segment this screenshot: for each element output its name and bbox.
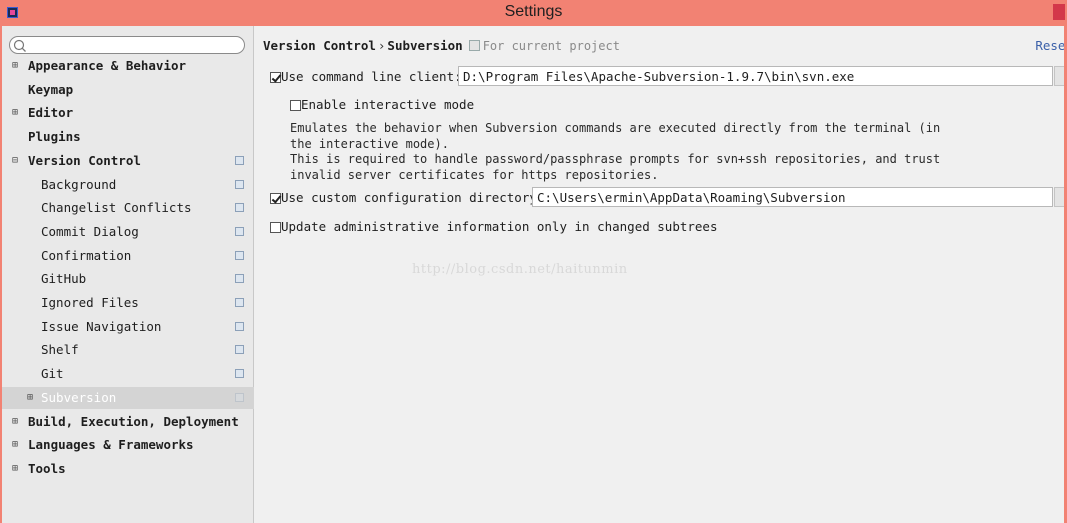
project-scope-icon <box>235 392 244 402</box>
sidebar-item-languages-frameworks[interactable]: ⊞ Languages & Frameworks <box>0 434 254 456</box>
custom-config-label: Use custom configuration directory: <box>281 190 545 205</box>
sidebar-item-label: Subversion <box>41 389 117 405</box>
project-scope-icon <box>235 250 244 260</box>
project-scope-icon <box>235 155 244 165</box>
window-title: Settings <box>504 3 563 20</box>
project-scope-icon <box>235 345 244 355</box>
sidebar-item-label: Git <box>41 366 64 382</box>
title-bar[interactable]: Settings <box>0 0 1067 26</box>
sidebar-item-shelf[interactable]: Shelf <box>0 339 254 361</box>
use-cmd-client-option[interactable]: Use command line client: <box>270 69 462 84</box>
breadcrumb-parent[interactable]: Version Control <box>263 38 376 53</box>
search-icon <box>13 39 26 52</box>
sidebar-item-ignored-files[interactable]: Ignored Files <box>0 292 254 314</box>
interactive-mode-option[interactable]: Enable interactive mode <box>290 97 474 112</box>
subversion-settings-panel: Version Control › Subversion For current pr… <box>255 26 1067 523</box>
custom-config-checkbox[interactable] <box>270 193 281 204</box>
custom-config-option[interactable]: Use custom configuration directory: <box>270 190 544 205</box>
project-scope-icon <box>235 321 244 331</box>
project-scope-icon <box>235 203 244 213</box>
update-admin-label: Update administrative information only i… <box>281 219 718 234</box>
sidebar-item-commit-dialog[interactable]: Commit Dialog <box>0 221 254 243</box>
breadcrumb: Version Control › Subversion For current pr… <box>263 38 620 53</box>
settings-sidebar: ⊞ Appearance & Behavior Keymap ⊞ Editor Plugi… <box>0 26 254 523</box>
interactive-mode-description: Emulates the behavior when Subversion co… <box>290 121 941 182</box>
expand-icon[interactable]: ⊞ <box>12 55 18 77</box>
project-scope-icon <box>468 40 480 51</box>
sidebar-item-label: Appearance & Behavior <box>28 58 187 73</box>
window-border-left <box>0 26 2 523</box>
sidebar-item-appearance-behavior[interactable]: ⊞ Appearance & Behavior <box>0 55 254 77</box>
sidebar-item-label: Version Control <box>28 152 141 168</box>
interactive-mode-label: Enable interactive mode <box>301 97 475 112</box>
expand-icon[interactable]: ⊞ <box>12 102 18 124</box>
project-scope-icon <box>235 179 244 189</box>
sidebar-item-build-execution-deployment[interactable]: ⊞ Build, Execution, Deployment <box>0 411 254 433</box>
sidebar-item-label: Languages & Frameworks <box>28 437 194 453</box>
sidebar-item-label: Background <box>41 176 117 192</box>
scope-label: For current project <box>482 39 620 53</box>
sidebar-item-git[interactable]: Git <box>0 363 254 385</box>
sidebar-item-label: Confirmation <box>41 247 132 263</box>
sidebar-item-github[interactable]: GitHub <box>0 268 254 290</box>
sidebar-item-subversion[interactable]: ⊞ Subversion <box>0 386 254 409</box>
sidebar-item-tools[interactable]: ⊞ Tools <box>0 458 254 480</box>
sidebar-item-label: Build, Execution, Deployment <box>28 413 239 429</box>
breadcrumb-separator: › <box>377 38 386 53</box>
sidebar-item-keymap[interactable]: Keymap <box>0 79 254 101</box>
sidebar-item-version-control[interactable]: ⊟ Version Control <box>0 150 254 172</box>
svn-executable-path-input[interactable]: D:\Program Files\Apache-Subversion-1.9.7… <box>458 66 1053 86</box>
sidebar-item-label: GitHub <box>41 271 87 287</box>
project-scope-icon <box>235 298 244 307</box>
sidebar-item-plugins[interactable]: Plugins <box>0 126 254 148</box>
sidebar-item-changelist-conflicts[interactable]: Changelist Conflicts <box>0 197 254 219</box>
sidebar-item-issue-navigation[interactable]: Issue Navigation <box>0 316 254 338</box>
search-field[interactable] <box>9 36 245 54</box>
project-scope-icon <box>235 226 244 236</box>
reset-link[interactable]: Reset <box>1035 38 1067 53</box>
interactive-mode-checkbox[interactable] <box>290 100 301 111</box>
collapse-icon[interactable]: ⊟ <box>12 150 18 172</box>
project-scope-icon <box>235 274 244 284</box>
expand-icon[interactable]: ⊞ <box>27 387 33 409</box>
sidebar-item-editor[interactable]: ⊞ Editor <box>0 102 254 124</box>
expand-icon[interactable]: ⊞ <box>12 411 18 433</box>
update-admin-checkbox[interactable] <box>270 222 281 233</box>
sidebar-item-label: Editor <box>28 105 74 121</box>
sidebar-item-label: Commit Dialog <box>41 223 139 239</box>
sidebar-item-label: Tools <box>28 460 66 476</box>
sidebar-item-label: Plugins <box>28 129 81 145</box>
config-directory-input[interactable]: C:\Users\ermin\AppData\Roaming\Subversio… <box>532 187 1053 207</box>
sidebar-item-label: Ignored Files <box>41 295 139 310</box>
sidebar-item-confirmation[interactable]: Confirmation <box>0 245 254 267</box>
expand-icon[interactable]: ⊞ <box>12 458 18 480</box>
sidebar-item-label: Keymap <box>28 81 74 97</box>
breadcrumb-current: Subversion <box>387 38 463 53</box>
sidebar-item-label: Issue Navigation <box>41 318 162 334</box>
use-cmd-client-checkbox[interactable] <box>270 72 281 83</box>
sidebar-item-background[interactable]: Background <box>0 174 254 196</box>
sidebar-item-label: Shelf <box>41 342 79 358</box>
use-cmd-client-label: Use command line client: <box>281 69 462 84</box>
sidebar-item-label: Changelist Conflicts <box>41 200 192 216</box>
expand-icon[interactable]: ⊞ <box>12 434 18 456</box>
watermark: http://blog.csdn.net/haitunmin <box>412 262 628 277</box>
update-admin-option[interactable]: Update administrative information only i… <box>270 219 718 234</box>
close-button[interactable] <box>1053 4 1065 20</box>
project-scope-icon <box>235 369 244 379</box>
